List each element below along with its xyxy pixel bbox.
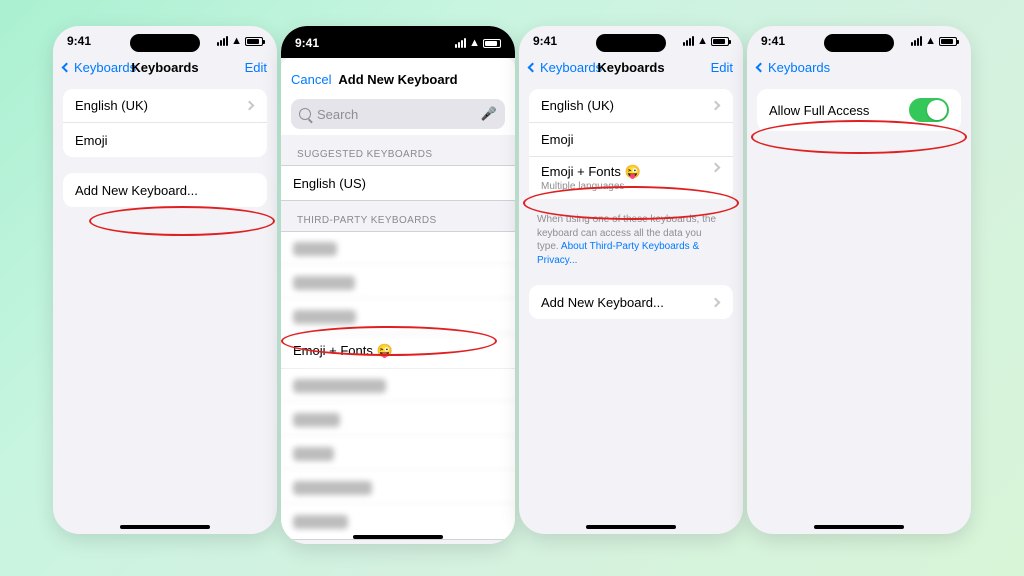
status-bar: 9:41 ▲ — [519, 26, 743, 48]
list-item[interactable]: English (UK) — [529, 89, 733, 123]
list-item[interactable]: English (US) — [281, 166, 515, 200]
wifi-icon: ▲ — [231, 35, 242, 47]
nav-bar: Cancel Add New Keyboard — [281, 58, 515, 93]
allow-full-access-toggle[interactable] — [909, 98, 949, 122]
back-button[interactable]: Keyboards — [529, 60, 602, 75]
status-bar: 9:41 ▲ — [53, 26, 277, 48]
chevron-right-icon — [711, 297, 721, 307]
highlight-ellipse — [89, 206, 275, 236]
battery-icon — [711, 37, 729, 46]
edit-button[interactable]: Edit — [245, 60, 267, 75]
chevron-right-icon — [711, 163, 721, 173]
home-indicator[interactable] — [353, 535, 443, 539]
chevron-right-icon — [711, 101, 721, 111]
wifi-icon: ▲ — [469, 37, 480, 49]
battery-icon — [245, 37, 263, 46]
list-item-emoji-fonts[interactable]: Emoji + Fonts 😜 Multiple languages — [529, 157, 733, 199]
wifi-icon: ▲ — [697, 35, 708, 47]
list-item[interactable]: Dog Emoji — [281, 300, 515, 334]
status-time: 9:41 — [67, 34, 91, 48]
status-time: 9:41 — [295, 36, 319, 50]
signal-icon — [683, 36, 694, 46]
signal-icon — [911, 36, 922, 46]
screenshot-3-keyboards-with-app: 9:41 ▲ Keyboards Keyboards Edit English … — [519, 26, 743, 534]
list-item[interactable]: Moji Maker™ — [281, 471, 515, 505]
status-bar: 9:41 ▲ — [747, 26, 971, 48]
third-party-group: Bitmoji Color Text Dog Emoji Emoji + Fon… — [281, 231, 515, 540]
chevron-left-icon — [756, 63, 766, 73]
list-item[interactable]: Color Text — [281, 266, 515, 300]
battery-icon — [483, 39, 501, 48]
list-item[interactable]: Emojify — [281, 403, 515, 437]
signal-icon — [455, 38, 466, 48]
search-placeholder: Search — [317, 107, 358, 122]
chevron-left-icon — [528, 63, 538, 73]
back-button[interactable]: Keyboards — [757, 60, 830, 75]
add-keyboard-group: Add New Keyboard... — [529, 285, 733, 319]
status-time: 9:41 — [533, 34, 557, 48]
nav-bar: Keyboards Keyboards Edit — [519, 48, 743, 81]
list-item[interactable]: Bitmoji — [281, 232, 515, 266]
section-header-suggested: SUGGESTED KEYBOARDS — [281, 135, 515, 165]
list-item[interactable]: English (UK) — [63, 89, 267, 123]
wifi-icon: ▲ — [925, 35, 936, 47]
list-item-emoji-fonts[interactable]: Emoji + Fonts 😜 — [281, 334, 515, 369]
signal-icon — [217, 36, 228, 46]
home-indicator[interactable] — [814, 525, 904, 529]
nav-bar: Keyboards Keyboards Edit — [53, 48, 277, 81]
nav-bar: Keyboards — [747, 48, 971, 81]
status-bar: 9:41 ▲ — [281, 26, 515, 58]
screenshot-2-add-new-keyboard: 9:41 ▲ Cancel Add New Keyboard Search 🎤 — [281, 26, 515, 544]
battery-icon — [939, 37, 957, 46]
chevron-left-icon — [62, 63, 72, 73]
search-icon — [299, 108, 311, 120]
search-input[interactable]: Search 🎤 — [291, 99, 505, 129]
home-indicator[interactable] — [586, 525, 676, 529]
chevron-right-icon — [245, 101, 255, 111]
list-item[interactable]: SwiftKey — [281, 505, 515, 539]
keyboard-list-group: English (UK) Emoji — [63, 89, 267, 157]
add-new-keyboard-button[interactable]: Add New Keyboard... — [529, 285, 733, 319]
section-header-third-party: THIRD-PARTY KEYBOARDS — [281, 201, 515, 231]
screenshot-4-allow-full-access: 9:41 ▲ Keyboards Allow Full Access — [747, 26, 971, 534]
allow-full-access-row[interactable]: Allow Full Access — [757, 89, 961, 131]
back-button[interactable]: Keyboards — [63, 60, 136, 75]
mic-icon[interactable]: 🎤 — [481, 106, 497, 122]
section-header-other: OTHER IPHONE KEYBOARDS — [281, 540, 515, 544]
list-item[interactable]: Emoji — [63, 123, 267, 157]
privacy-footer: When using one of these keyboards, the k… — [519, 207, 743, 277]
cancel-button[interactable]: Cancel — [291, 72, 331, 87]
home-indicator[interactable] — [120, 525, 210, 529]
list-item[interactable]: Fontix — [281, 437, 515, 471]
edit-button[interactable]: Edit — [711, 60, 733, 75]
list-item[interactable]: Emoji — [529, 123, 733, 157]
suggested-group: English (US) — [281, 165, 515, 201]
add-new-keyboard-button[interactable]: Add New Keyboard... — [63, 173, 267, 207]
add-keyboard-group: Add New Keyboard... — [63, 173, 267, 207]
status-time: 9:41 — [761, 34, 785, 48]
full-access-group: Allow Full Access — [757, 89, 961, 131]
list-item[interactable]: Emoji Keyboard — [281, 369, 515, 403]
screenshot-1-keyboards-list: 9:41 ▲ Keyboards Keyboards Edit English … — [53, 26, 277, 534]
privacy-link[interactable]: About Third-Party Keyboards & Privacy... — [537, 241, 699, 266]
keyboard-list-group: English (UK) Emoji Emoji + Fonts 😜 Multi… — [529, 89, 733, 199]
